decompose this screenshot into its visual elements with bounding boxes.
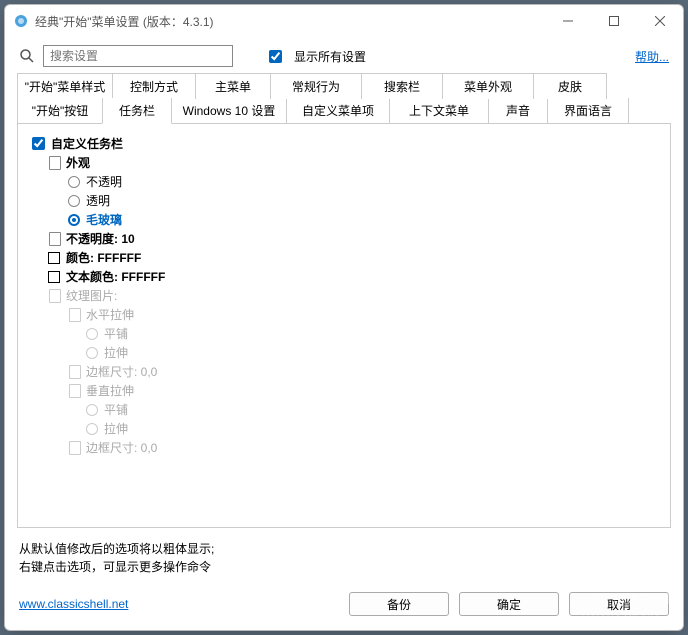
opt-customize-taskbar[interactable]: 自定义任务栏 bbox=[26, 134, 662, 153]
tab-sounds[interactable]: 声音 bbox=[488, 98, 548, 124]
opt-hstretch-label: 水平拉伸 bbox=[86, 306, 134, 323]
opt-color[interactable]: 颜色: FFFFFF bbox=[26, 248, 662, 267]
titlebar: 经典"开始"菜单设置 (版本：4.3.1) bbox=[5, 5, 683, 37]
radio-icon bbox=[68, 176, 80, 188]
close-button[interactable] bbox=[637, 5, 683, 37]
opt-tile-v-label: 平铺 bbox=[104, 401, 128, 418]
opt-color-label: 颜色: FFFFFF bbox=[66, 249, 141, 266]
show-all-label: 显示所有设置 bbox=[294, 48, 366, 65]
doc-icon bbox=[68, 365, 82, 379]
show-all-checkbox[interactable] bbox=[269, 50, 282, 63]
radio-icon bbox=[86, 404, 98, 416]
backup-button[interactable]: 备份 bbox=[349, 592, 449, 616]
radio-selected-icon bbox=[68, 214, 80, 226]
footer: www.classicshell.net 备份 确定 取消 bbox=[5, 586, 683, 630]
tab-custom-items[interactable]: 自定义菜单项 bbox=[286, 98, 390, 124]
tab-context-menu[interactable]: 上下文菜单 bbox=[389, 98, 489, 124]
tab-start-button[interactable]: "开始"按钮 bbox=[17, 98, 103, 124]
hint-line1: 从默认值修改后的选项将以粗体显示; bbox=[19, 540, 669, 558]
opt-hstretch[interactable]: 水平拉伸 bbox=[26, 305, 662, 324]
opt-tile-h[interactable]: 平铺 bbox=[26, 324, 662, 343]
opt-customize-taskbar-label: 自定义任务栏 bbox=[51, 135, 123, 152]
opt-stretch-v-label: 拉伸 bbox=[104, 420, 128, 437]
doc-icon bbox=[68, 384, 82, 398]
tab-win10[interactable]: Windows 10 设置 bbox=[171, 98, 287, 124]
hint-text: 从默认值修改后的选项将以粗体显示; 右键点击选项，可显示更多操作命令 bbox=[5, 536, 683, 586]
settings-window: 经典"开始"菜单设置 (版本：4.3.1) 显示所有设置 帮助... "开始"菜… bbox=[4, 4, 684, 631]
opt-border-h-label: 边框尺寸: 0,0 bbox=[86, 363, 157, 380]
minimize-button[interactable] bbox=[545, 5, 591, 37]
tab-bar: "开始"菜单样式 控制方式 主菜单 常规行为 搜索栏 菜单外观 皮肤 "开始"按… bbox=[5, 73, 683, 123]
ok-button[interactable]: 确定 bbox=[459, 592, 559, 616]
opt-stretch-h-label: 拉伸 bbox=[104, 344, 128, 361]
color-swatch-icon bbox=[48, 252, 60, 264]
toolbar: 显示所有设置 帮助... bbox=[5, 37, 683, 73]
opt-tile-v[interactable]: 平铺 bbox=[26, 400, 662, 419]
doc-icon bbox=[68, 308, 82, 322]
opt-tile-h-label: 平铺 bbox=[104, 325, 128, 342]
tab-taskbar[interactable]: 任务栏 bbox=[102, 98, 172, 124]
tab-control[interactable]: 控制方式 bbox=[112, 73, 196, 99]
opt-opacity[interactable]: 不透明度: 10 bbox=[26, 229, 662, 248]
doc-icon bbox=[48, 232, 62, 246]
opt-vstretch[interactable]: 垂直拉伸 bbox=[26, 381, 662, 400]
tab-search-bar[interactable]: 搜索栏 bbox=[361, 73, 443, 99]
tab-skin[interactable]: 皮肤 bbox=[533, 73, 607, 99]
hint-line2: 右键点击选项，可显示更多操作命令 bbox=[19, 558, 669, 576]
window-controls bbox=[545, 5, 683, 37]
cancel-button[interactable]: 取消 bbox=[569, 592, 669, 616]
radio-icon bbox=[86, 423, 98, 435]
opt-border-v[interactable]: 边框尺寸: 0,0 bbox=[26, 438, 662, 457]
opt-border-h[interactable]: 边框尺寸: 0,0 bbox=[26, 362, 662, 381]
content-panel: 自定义任务栏 外观 不透明 透明 毛玻璃 不透明度: 10 bbox=[17, 123, 671, 528]
help-link[interactable]: 帮助... bbox=[635, 48, 669, 65]
app-icon bbox=[13, 13, 29, 29]
opt-transparent-label: 透明 bbox=[86, 192, 110, 209]
opt-textcolor[interactable]: 文本颜色: FFFFFF bbox=[26, 267, 662, 286]
doc-icon bbox=[48, 289, 62, 303]
opt-appearance-label: 外观 bbox=[66, 154, 90, 171]
radio-icon bbox=[86, 328, 98, 340]
doc-icon bbox=[48, 156, 62, 170]
opt-glass-label: 毛玻璃 bbox=[86, 211, 122, 228]
opt-vstretch-label: 垂直拉伸 bbox=[86, 382, 134, 399]
doc-icon bbox=[68, 441, 82, 455]
search-icon bbox=[19, 48, 35, 64]
opt-transparent[interactable]: 透明 bbox=[26, 191, 662, 210]
opt-appearance[interactable]: 外观 bbox=[26, 153, 662, 172]
tab-language[interactable]: 界面语言 bbox=[547, 98, 629, 124]
options-tree: 自定义任务栏 外观 不透明 透明 毛玻璃 不透明度: 10 bbox=[26, 134, 662, 457]
tab-main-menu[interactable]: 主菜单 bbox=[195, 73, 271, 99]
opt-opaque[interactable]: 不透明 bbox=[26, 172, 662, 191]
search-input[interactable] bbox=[43, 45, 233, 67]
opt-border-v-label: 边框尺寸: 0,0 bbox=[86, 439, 157, 456]
tab-behavior[interactable]: 常规行为 bbox=[270, 73, 362, 99]
opt-glass[interactable]: 毛玻璃 bbox=[26, 210, 662, 229]
tab-menu-look[interactable]: 菜单外观 bbox=[442, 73, 534, 99]
radio-icon bbox=[68, 195, 80, 207]
opt-customize-taskbar-check[interactable] bbox=[32, 137, 45, 150]
opt-texture[interactable]: 纹理图片: bbox=[26, 286, 662, 305]
opt-opaque-label: 不透明 bbox=[86, 173, 122, 190]
opt-stretch-h[interactable]: 拉伸 bbox=[26, 343, 662, 362]
color-swatch-icon bbox=[48, 271, 60, 283]
website-link[interactable]: www.classicshell.net bbox=[19, 597, 128, 611]
window-title: 经典"开始"菜单设置 (版本：4.3.1) bbox=[35, 13, 545, 30]
maximize-button[interactable] bbox=[591, 5, 637, 37]
opt-stretch-v[interactable]: 拉伸 bbox=[26, 419, 662, 438]
opt-textcolor-label: 文本颜色: FFFFFF bbox=[66, 268, 165, 285]
tab-start-style[interactable]: "开始"菜单样式 bbox=[17, 73, 113, 99]
radio-icon bbox=[86, 347, 98, 359]
opt-texture-label: 纹理图片: bbox=[66, 287, 117, 304]
opt-opacity-label: 不透明度: 10 bbox=[66, 230, 135, 247]
